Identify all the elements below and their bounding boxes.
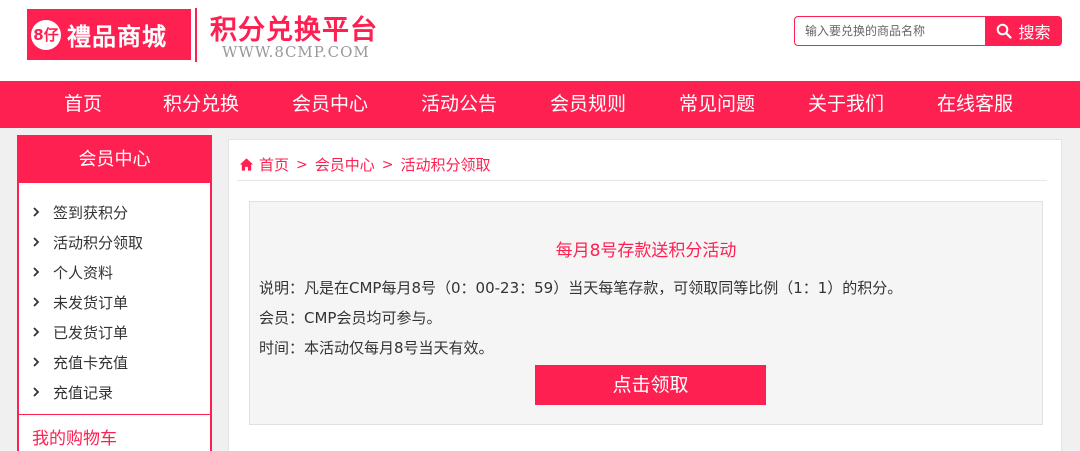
sidebar-item-label: 未发货订单 <box>53 293 129 312</box>
chevron-right-icon <box>33 207 40 217</box>
nav-announcements[interactable]: 活动公告 <box>421 81 497 128</box>
site-logo[interactable]: 8仔 禮品商城 <box>27 9 191 60</box>
chevron-right-icon <box>33 357 40 367</box>
breadcrumb-current[interactable]: 活动积分领取 <box>401 154 491 175</box>
breadcrumb-separator: > <box>381 156 394 173</box>
nav-online-service[interactable]: 在线客服 <box>937 81 1013 128</box>
activity-description: 说明：凡是在CMP每月8号（0：00-23：59）当天每笔存款，可领取同等比例（… <box>259 279 903 297</box>
breadcrumb-home[interactable]: 首页 <box>259 154 289 175</box>
sidebar-divider <box>19 414 210 415</box>
platform-url: WWW.8CMP.COM <box>222 43 370 61</box>
breadcrumb: 首页 > 会员中心 > 活动积分领取 <box>239 154 491 175</box>
sidebar-item-label: 个人资料 <box>53 263 114 282</box>
sidebar-item-profile[interactable]: 个人资料 <box>19 257 210 287</box>
nav-member-center[interactable]: 会员中心 <box>292 81 368 128</box>
sidebar-item-label: 已发货订单 <box>53 323 129 342</box>
sidebar-item-shipped-orders[interactable]: 已发货订单 <box>19 317 210 347</box>
breadcrumb-divider <box>237 180 1047 181</box>
sidebar-menu: 签到获积分 活动积分领取 个人资料 未发货订单 已发货订单 充值卡充值 充值记录 <box>19 183 210 407</box>
search-button-label: 搜索 <box>1018 23 1051 42</box>
nav-home[interactable]: 首页 <box>64 81 102 128</box>
chevron-right-icon <box>33 387 40 397</box>
sidebar-item-card-recharge[interactable]: 充值卡充值 <box>19 347 210 377</box>
logo-name: 禮品商城 <box>67 23 167 51</box>
activity-time: 时间：本活动仅每月8号当天有效。 <box>259 339 494 357</box>
logo-divider <box>195 8 197 62</box>
sidebar-item-cart[interactable]: 我的购物车 <box>32 424 117 449</box>
site-header: 8仔 禮品商城 积分兑换平台 WWW.8CMP.COM 搜索 <box>0 0 1080 81</box>
logo-badge: 8仔 <box>31 19 61 50</box>
sidebar-item-unshipped-orders[interactable]: 未发货订单 <box>19 287 210 317</box>
search-button[interactable]: 搜索 <box>985 16 1062 46</box>
nav-member-rules[interactable]: 会员规则 <box>550 81 626 128</box>
sidebar-item-activity-points[interactable]: 活动积分领取 <box>19 227 210 257</box>
member-sidebar: 会员中心 签到获积分 活动积分领取 个人资料 未发货订单 已发货订单 充值卡充值 <box>17 135 212 451</box>
sidebar-item-label: 签到获积分 <box>53 203 129 222</box>
nav-about-us[interactable]: 关于我们 <box>808 81 884 128</box>
sidebar-item-label: 充值记录 <box>53 383 114 402</box>
sidebar-title: 会员中心 <box>19 137 210 183</box>
main-nav: 首页 积分兑换 会员中心 活动公告 会员规则 常见问题 关于我们 在线客服 <box>0 81 1080 128</box>
platform-title: 积分兑换平台 <box>210 15 378 46</box>
sidebar-item-label: 充值卡充值 <box>53 353 129 372</box>
breadcrumb-separator: > <box>296 156 308 173</box>
claim-points-button[interactable]: 点击领取 <box>535 365 766 405</box>
chevron-right-icon <box>33 267 40 277</box>
activity-title: 每月8号存款送积分活动 <box>555 241 737 261</box>
home-icon <box>239 158 254 171</box>
sidebar-item-label: 活动积分领取 <box>53 233 144 252</box>
activity-members: 会员：CMP会员均可参与。 <box>259 309 442 327</box>
nav-points-exchange[interactable]: 积分兑换 <box>163 81 239 128</box>
main-content: 首页 > 会员中心 > 活动积分领取 每月8号存款送积分活动 说明：凡是在CMP… <box>228 139 1062 451</box>
activity-panel: 每月8号存款送积分活动 说明：凡是在CMP每月8号（0：00-23：59）当天每… <box>249 201 1043 425</box>
chevron-right-icon <box>33 327 40 337</box>
chevron-right-icon <box>33 237 40 247</box>
search-icon <box>997 23 1013 39</box>
search-bar: 搜索 <box>794 16 1062 46</box>
nav-faq[interactable]: 常见问题 <box>679 81 755 128</box>
sidebar-item-checkin[interactable]: 签到获积分 <box>19 197 210 227</box>
sidebar-item-recharge-history[interactable]: 充值记录 <box>19 377 210 407</box>
search-input[interactable] <box>794 16 985 46</box>
chevron-right-icon <box>33 297 40 307</box>
breadcrumb-member-center[interactable]: 会员中心 <box>315 154 375 175</box>
